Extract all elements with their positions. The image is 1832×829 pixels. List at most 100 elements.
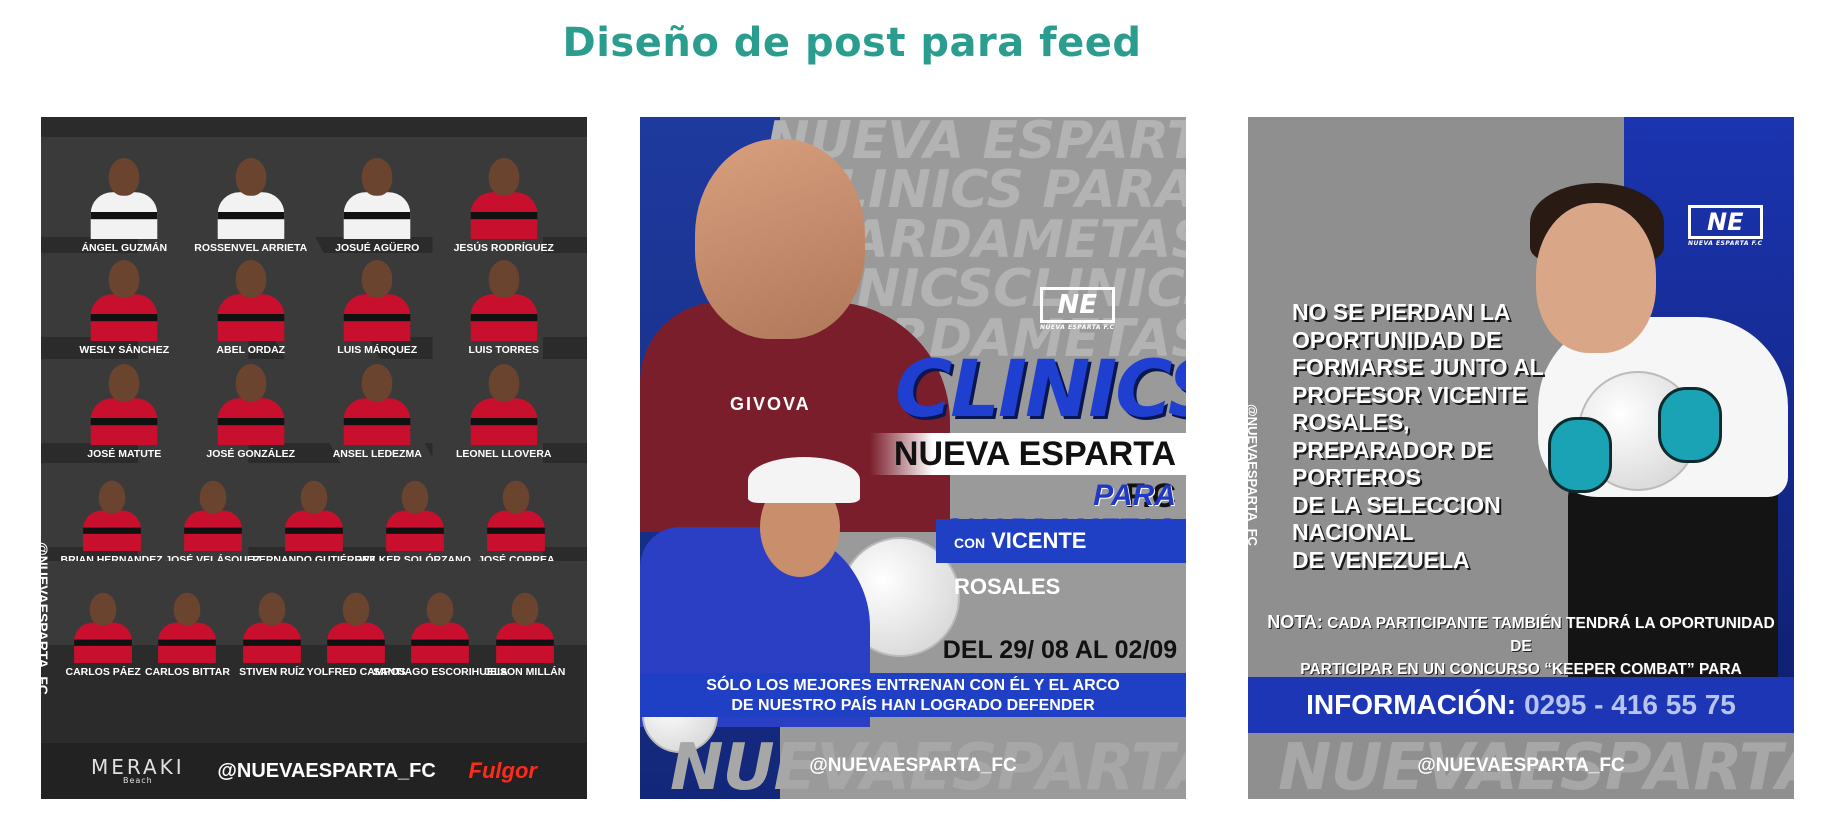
player-photo xyxy=(214,255,288,341)
player-shirt xyxy=(74,622,133,663)
instructor-prefix: CON xyxy=(954,535,986,551)
player-card: José Correa xyxy=(477,455,555,566)
roster-post: NE Ángel GuzmánRossenvel ArrietaJosué Ag… xyxy=(41,117,587,799)
player-head xyxy=(511,592,539,626)
message-line: FORMARSE JUNTO AL xyxy=(1292,354,1544,380)
info-bar: INFORMACIÓN: 0295 - 416 55 75 xyxy=(1248,677,1794,733)
player-shirt xyxy=(411,622,470,663)
player-card: Yolfred Campos xyxy=(307,567,406,678)
player-head xyxy=(108,158,140,196)
sponsor-logo-meraki: MERAKI Beach xyxy=(91,757,185,785)
player-head xyxy=(89,592,117,626)
player-card: Jesús Rodríguez xyxy=(454,143,554,254)
player-card: Ángel Guzmán xyxy=(74,143,174,254)
player-head xyxy=(199,480,227,514)
player-card: Carlos Bittar xyxy=(145,567,230,678)
coach-shirt-brand: GIVOVA xyxy=(730,394,811,414)
player-card: Jeison Millán xyxy=(484,567,566,678)
player-photo xyxy=(340,153,414,239)
player-card: José Matute xyxy=(74,349,174,460)
sponsor-logo-fulgor: Fulgor xyxy=(468,758,537,783)
message-line: NO SE PIERDAN LA xyxy=(1292,299,1511,325)
player-card: Santiago Escorihuela xyxy=(373,567,508,678)
player-photo xyxy=(467,153,541,239)
player-card: Wesly Sánchez xyxy=(74,245,174,356)
info-label: INFORMACIÓN: xyxy=(1306,689,1517,720)
info-phone: 0295 - 416 55 75 xyxy=(1524,689,1736,720)
player-card: José Velásquez xyxy=(165,455,260,566)
player-shirt xyxy=(285,510,343,551)
player-shirt xyxy=(217,294,285,341)
goalkeeper-cap xyxy=(748,457,860,503)
message-line: DE LA SELECCION NACIONAL xyxy=(1292,491,1501,546)
player-photo xyxy=(87,153,161,239)
roster-row: Ángel Guzmán Rossenvel Arrieta Josué Agüer… xyxy=(41,143,587,254)
club-logo-sub: NUEVA ESPARTA F.C xyxy=(1040,324,1115,331)
player-head xyxy=(258,592,286,626)
side-handle: @NUEVAESPARTA_FC xyxy=(41,542,51,695)
player-card: Ansel Ledezma xyxy=(327,349,427,460)
message-line: PROFESOR VICENTE ROSALES, xyxy=(1292,381,1528,436)
player-photo xyxy=(467,255,541,341)
player-photo xyxy=(408,588,472,663)
player-head xyxy=(427,592,454,626)
player-card: Wilker Solórzano xyxy=(359,455,471,566)
player-name: Jeison Millán xyxy=(484,666,566,678)
page-title: Diseño de post para feed xyxy=(562,20,1142,66)
club-logo: NE NUEVA ESPARTA F.C xyxy=(1040,287,1115,331)
coach-photo-head xyxy=(695,139,865,339)
player-photo xyxy=(282,476,346,551)
player-head xyxy=(488,260,520,298)
roster-row: José Matute José González Ansel Ledezma Leo… xyxy=(41,349,587,460)
player-shirt xyxy=(90,294,158,341)
player-shirt xyxy=(343,398,411,445)
tagline-line: SÓLO LOS MEJORES ENTRENAN CON ÉL Y EL AR… xyxy=(706,677,1120,694)
player-photo xyxy=(467,359,541,445)
player-head xyxy=(235,158,267,196)
tagline-line: DE NUESTRO PAÍS HAN LOGRADO DEFENDER xyxy=(731,697,1095,714)
roster-row: Brian Hernandez José Velásquez Fernando Gu… xyxy=(41,455,587,566)
player-shirt xyxy=(90,398,158,445)
player-card: Rossenvel Arrieta xyxy=(194,143,307,254)
player-photo xyxy=(383,476,447,551)
player-name: Stiven Ruíz xyxy=(239,666,305,678)
player-shirt xyxy=(82,510,141,551)
instructor-banner: CON VICENTE ROSALES xyxy=(936,519,1186,599)
player-head xyxy=(401,480,429,514)
player-photo xyxy=(87,255,161,341)
keeper-post: NE NUEVA ESPARTA F.C @NUEVAESPARTA_FC NO… xyxy=(1248,117,1794,799)
player-head xyxy=(174,592,201,626)
player-shirt xyxy=(470,192,538,239)
roster-row: Wesly Sánchez Abel Ordaz Luis Márquez Luis … xyxy=(41,245,587,356)
player-card: Brian Hernandez xyxy=(61,455,163,566)
clinics-title: CLINICS xyxy=(895,345,1186,435)
player-shirt xyxy=(242,622,301,663)
player-card: Luis Torres xyxy=(454,245,554,356)
clinics-post: NUEVA ESPARTA CLINICS PARA GUARDAMETAS C… xyxy=(640,117,1186,799)
player-photo xyxy=(87,359,161,445)
player-shirt xyxy=(495,622,554,663)
player-photo xyxy=(71,588,135,663)
player-name: Carlos Páez xyxy=(65,666,141,678)
player-head xyxy=(108,260,140,298)
player-card: Leonel Llovera xyxy=(454,349,554,460)
player-head xyxy=(108,364,140,402)
player-shirt xyxy=(217,398,285,445)
club-logo-sub: NUEVA ESPARTA F.C xyxy=(1688,240,1763,247)
post-handle: @NUEVAESPARTA_FC xyxy=(1417,755,1625,776)
player-photo xyxy=(484,476,548,551)
player-head xyxy=(235,260,267,298)
club-logo: NE NUEVA ESPARTA F.C xyxy=(1688,205,1763,247)
post-handle: @NUEVAESPARTA_FC xyxy=(809,755,1017,776)
player-shirt xyxy=(183,510,242,551)
player-card: Luis Márquez xyxy=(327,245,427,356)
side-handle: @NUEVAESPARTA_FC xyxy=(1248,404,1260,546)
player-card: Fernando Gutiérrez xyxy=(252,455,376,566)
player-shirt xyxy=(386,510,445,551)
tagline-banner: SÓLO LOS MEJORES ENTRENAN CON ÉL Y EL AR… xyxy=(640,673,1186,717)
player-card: Abel Ordaz xyxy=(201,245,301,356)
player-head xyxy=(488,158,520,196)
message-line: DE VENEZUELA xyxy=(1292,546,1470,573)
player-card: José González xyxy=(201,349,301,460)
promo-message: NO SE PIERDAN LA OPORTUNIDAD DE FORMARSE… xyxy=(1292,299,1622,574)
